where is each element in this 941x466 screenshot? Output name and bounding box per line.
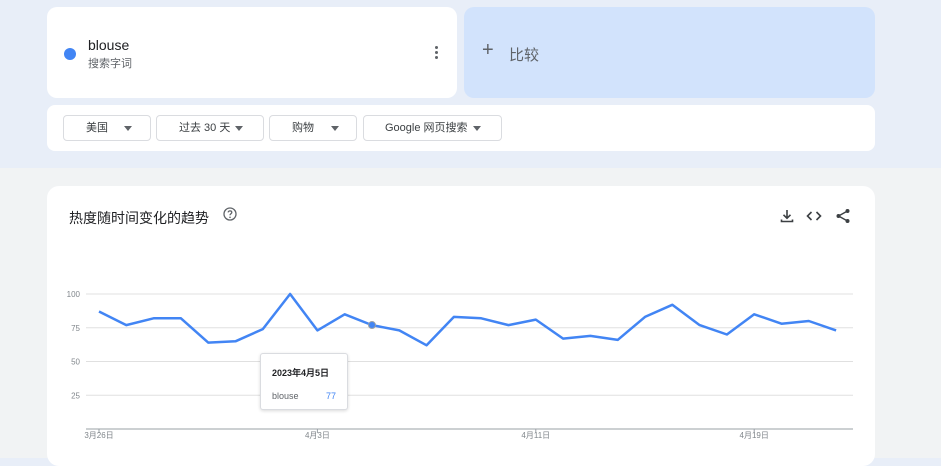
- plus-icon: +: [482, 39, 494, 61]
- data-point[interactable]: [506, 322, 512, 328]
- category-filter-label: 购物: [292, 122, 314, 134]
- data-point[interactable]: [587, 333, 593, 339]
- line-chart: 25 50 75 100 3月26日 4月3日 4月11日 4月19日: [67, 290, 853, 440]
- x-tick-label: 3月26日: [84, 431, 113, 440]
- compare-label: 比较: [509, 47, 540, 64]
- search-type-filter[interactable]: Google 网页搜索: [363, 115, 502, 141]
- chevron-down-icon: [473, 126, 481, 131]
- x-tick-label: 4月11日: [521, 431, 550, 440]
- search-term-name[interactable]: blouse: [88, 37, 129, 53]
- chevron-down-icon: [331, 126, 339, 131]
- data-point[interactable]: [96, 309, 102, 315]
- more-options-icon[interactable]: [429, 44, 443, 62]
- tooltip-term: blouse: [272, 391, 299, 401]
- data-point[interactable]: [342, 311, 348, 317]
- data-point[interactable]: [451, 314, 457, 320]
- y-tick-label: 100: [67, 290, 81, 299]
- data-point[interactable]: [806, 318, 812, 324]
- y-tick-label: 25: [71, 391, 80, 400]
- chevron-down-icon: [124, 126, 132, 131]
- data-point[interactable]: [314, 327, 320, 333]
- chevron-down-icon: [235, 126, 243, 131]
- data-point[interactable]: [724, 332, 730, 338]
- region-filter[interactable]: 美国: [63, 115, 151, 141]
- time-range-filter[interactable]: 过去 30 天: [156, 115, 264, 141]
- data-point[interactable]: [751, 311, 757, 317]
- chart-tooltip: 2023年4月5日 blouse 77: [260, 353, 348, 410]
- series-line-blouse: [98, 292, 837, 347]
- data-point[interactable]: [642, 314, 648, 320]
- data-point[interactable]: [833, 327, 839, 333]
- y-tick-label: 50: [71, 358, 80, 367]
- category-filter[interactable]: 购物: [269, 115, 357, 141]
- data-point[interactable]: [205, 340, 211, 346]
- term-color-dot: [64, 48, 76, 60]
- region-filter-label: 美国: [86, 122, 108, 134]
- compare-button[interactable]: + 比较: [464, 7, 875, 98]
- highlighted-point: [368, 321, 376, 330]
- tooltip-date: 2023年4月5日: [272, 368, 330, 378]
- data-point[interactable]: [123, 322, 129, 328]
- data-point[interactable]: [151, 315, 157, 321]
- data-point[interactable]: [178, 315, 184, 321]
- data-point[interactable]: [560, 336, 566, 342]
- search-term-type: 搜索字词: [88, 58, 132, 70]
- data-point[interactable]: [779, 321, 785, 327]
- data-point[interactable]: [669, 302, 675, 308]
- data-point[interactable]: [697, 322, 703, 328]
- tooltip-value: 77: [325, 391, 336, 401]
- time-range-filter-label: 过去 30 天: [179, 122, 231, 134]
- data-point[interactable]: [533, 317, 539, 323]
- data-point[interactable]: [424, 342, 430, 348]
- filter-bar: 美国 过去 30 天 购物 Google 网页搜索: [47, 105, 875, 151]
- search-term-card[interactable]: blouse 搜索字词: [47, 7, 457, 98]
- data-point[interactable]: [478, 315, 484, 321]
- interest-over-time-card: 热度随时间变化的趋势 25 50 75 100 3月26日 4月3日 4月11日 4月19日 …: [47, 186, 875, 466]
- data-point[interactable]: [396, 327, 402, 333]
- y-tick-label: 75: [71, 324, 80, 333]
- x-tick-label: 4月3日: [305, 431, 330, 440]
- data-point[interactable]: [233, 338, 239, 344]
- search-type-filter-label: Google 网页搜索: [385, 122, 468, 134]
- data-point[interactable]: [615, 337, 621, 343]
- data-point[interactable]: [287, 291, 293, 297]
- data-point[interactable]: [260, 326, 266, 332]
- x-tick-label: 4月19日: [740, 431, 769, 440]
